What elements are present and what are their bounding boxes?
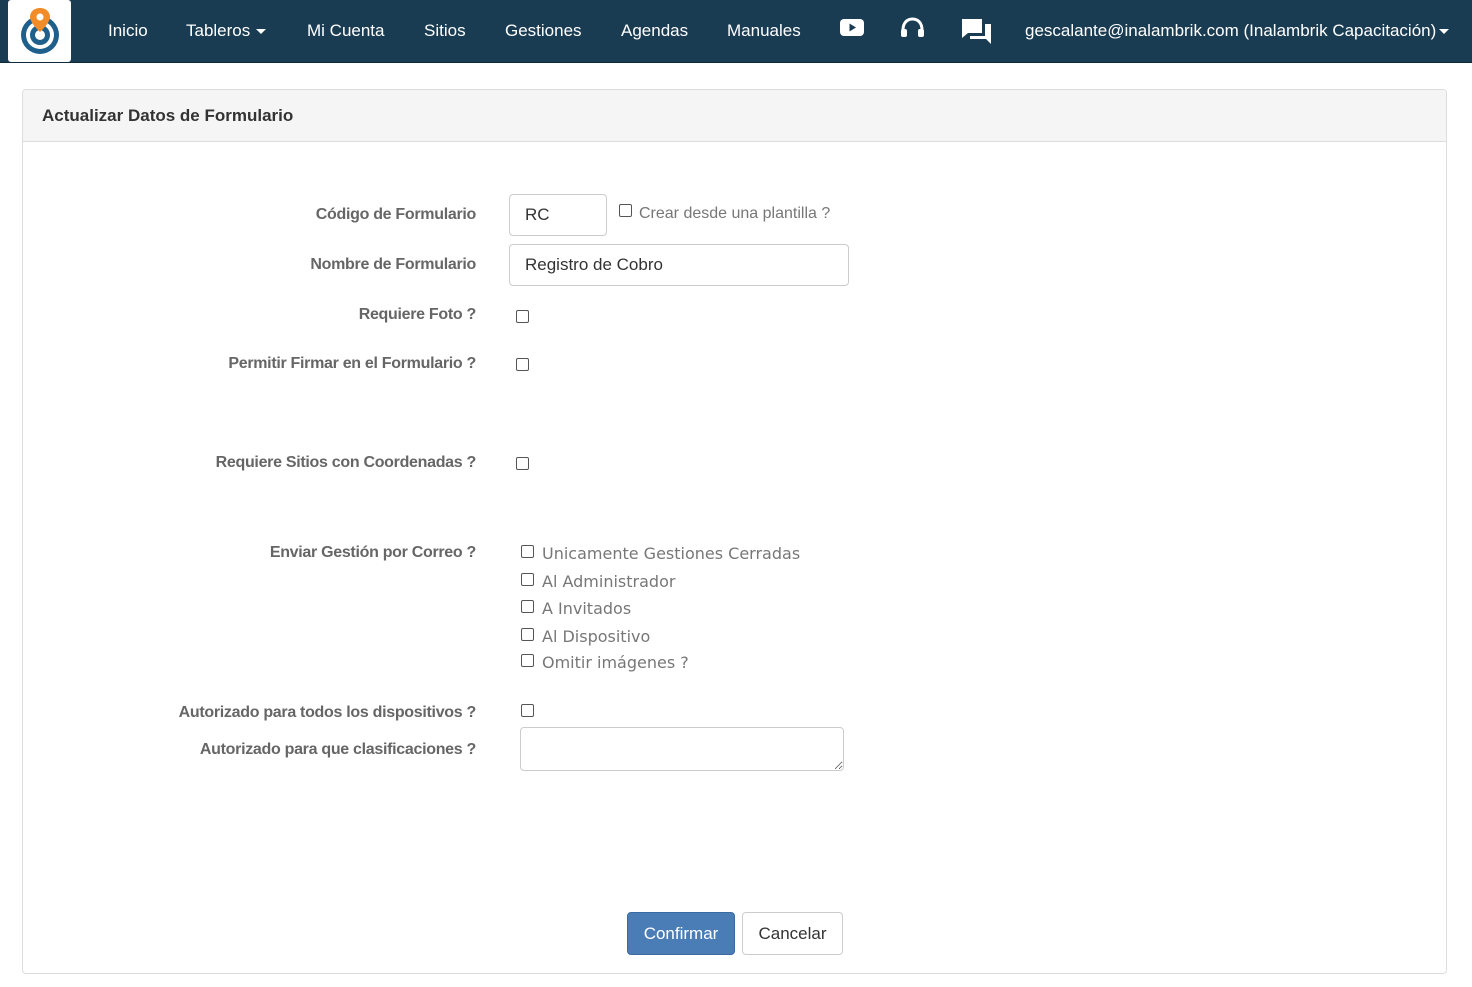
clasificaciones-label: Autorizado para que clasificaciones ? [199,741,476,758]
foto-label: Requiere Foto ? [358,306,477,323]
dispositivos-checkbox[interactable] [521,704,534,717]
codigo-label: Código de Formulario [315,206,477,223]
correo-dispositivo-checkbox[interactable] [521,628,534,641]
panel-heading: Actualizar Datos de Formulario [23,90,1446,142]
nav-inicio[interactable]: Inicio [108,0,148,62]
firmar-checkbox[interactable] [516,358,529,371]
headset-icon[interactable] [900,17,925,46]
omitir-imagenes-label: Omitir imágenes ? [542,653,689,672]
top-navbar: Inicio Tableros Mi Cuenta Sitios Gestion… [0,0,1472,63]
correo-cerradas-label: Unicamente Gestiones Cerradas [542,544,801,563]
nombre-label: Nombre de Formulario [310,256,476,273]
logo-icon [21,8,59,54]
firmar-label: Permitir Firmar en el Formulario ? [228,355,476,372]
plantilla-checkbox[interactable] [619,204,632,217]
dispositivos-label: Autorizado para todos los dispositivos ? [178,704,477,721]
cancel-button[interactable]: Cancelar [742,912,843,955]
nombre-input[interactable] [509,244,849,286]
correo-label: Enviar Gestión por Correo ? [269,544,476,561]
correo-invitados-label: A Invitados [542,599,632,618]
form-panel: Actualizar Datos de Formulario Código de… [22,89,1447,974]
correo-invitados-checkbox[interactable] [521,600,534,613]
caret-down-icon [256,29,267,35]
coordenadas-checkbox[interactable] [516,457,529,470]
nav-mi-cuenta[interactable]: Mi Cuenta [307,0,384,62]
plantilla-label: Crear desde una plantilla ? [639,205,831,222]
nav-sitios[interactable]: Sitios [424,0,466,62]
nav-agendas[interactable]: Agendas [621,0,688,62]
caret-down-icon [1439,29,1450,35]
nav-manuales[interactable]: Manuales [727,0,801,62]
nav-gestiones[interactable]: Gestiones [505,0,582,62]
confirm-button[interactable]: Confirmar [627,912,735,955]
panel-title: Actualizar Datos de Formulario [42,106,294,125]
nav-tableros-dropdown[interactable]: Tableros [186,0,267,62]
chat-icon[interactable] [962,19,992,50]
correo-cerradas-checkbox[interactable] [521,545,534,558]
correo-administrador-label: Al Administrador [542,572,676,591]
correo-administrador-checkbox[interactable] [521,573,534,586]
omitir-imagenes-checkbox[interactable] [521,654,534,667]
app-logo[interactable] [8,0,71,62]
correo-dispositivo-label: Al Dispositivo [542,627,651,646]
codigo-input[interactable] [509,194,607,236]
youtube-icon[interactable] [840,18,864,43]
coordenadas-label: Requiere Sitios con Coordenadas ? [215,454,477,471]
user-account-dropdown[interactable]: gescalante@inalambrik.com (Inalambrik Ca… [1025,0,1450,62]
clasificaciones-textarea[interactable] [520,727,844,771]
foto-checkbox[interactable] [516,310,529,323]
